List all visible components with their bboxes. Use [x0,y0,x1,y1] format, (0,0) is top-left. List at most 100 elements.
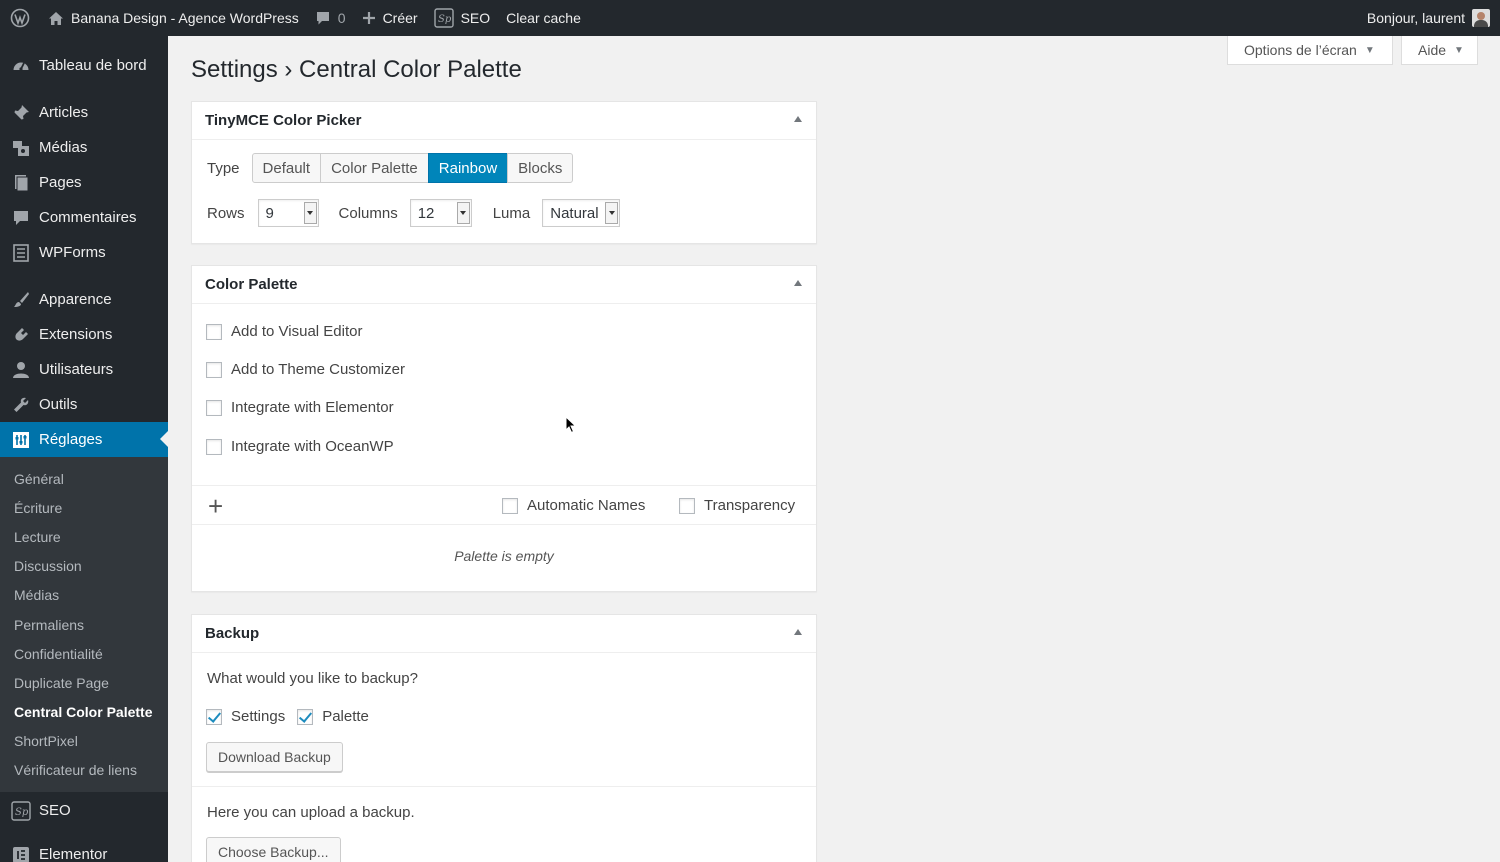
columns-value: 12 [417,204,435,222]
checkbox[interactable] [297,708,314,725]
submenu-item-shortpixel[interactable]: ShortPixel [0,727,168,756]
screen-options-label: Options de l’écran [1244,42,1357,58]
type-button-group: Default Color Palette Rainbow Blocks [251,153,574,183]
form-icon [11,243,31,263]
backup-settings-option[interactable]: Settings [206,708,285,725]
dropdown-arrow-icon [456,202,470,224]
option-oceanwp[interactable]: Integrate with OceanWP [206,438,394,455]
checkbox[interactable] [206,399,222,416]
dropdown-arrow-icon [303,202,317,224]
seo-icon: Sp [433,8,454,28]
checkbox-label: Automatic Names [527,497,646,514]
backup-panel: Backup What would you like to backup? Se… [191,614,817,862]
new-content-link[interactable]: Créer [354,0,426,36]
menu-item-users[interactable]: Utilisateurs [0,352,168,387]
menu-item-wpforms[interactable]: WPForms [0,235,168,270]
elementor-icon [11,845,31,862]
checkbox-label: Settings [231,708,286,725]
greeting: Bonjour, laurent [1366,10,1465,26]
submenu-item-duplicate-page[interactable]: Duplicate Page [0,668,168,697]
divider [192,485,816,486]
checkbox[interactable] [502,497,518,514]
menu-item-elementor[interactable]: Elementor [0,837,168,862]
wrench-icon [11,395,31,415]
submenu-item-general[interactable]: Général [0,464,168,493]
collapse-arrow-icon[interactable] [794,629,802,635]
download-backup-button[interactable]: Download Backup [206,742,343,772]
submenu-item-discussion[interactable]: Discussion [0,552,168,581]
media-icon [11,138,31,158]
submenu-item-reading[interactable]: Lecture [0,522,168,551]
menu-item-pages[interactable]: Pages [0,165,168,200]
backup-palette-option[interactable]: Palette [297,708,369,725]
site-name-link[interactable]: Banana Design - Agence WordPress [40,0,307,36]
seo-link[interactable]: Sp SEO [426,0,499,36]
type-rainbow-button[interactable]: Rainbow [427,153,509,183]
panel-header[interactable]: Backup [192,615,816,653]
type-label: Type [207,159,240,177]
screen-options-button[interactable]: Options de l’écran ▼ [1227,36,1393,65]
menu-item-tools[interactable]: Outils [0,387,168,422]
choose-backup-button[interactable]: Choose Backup... [206,837,341,862]
menu-item-articles[interactable]: Articles [0,95,168,130]
submenu-item-permalinks[interactable]: Permaliens [0,610,168,639]
upload-text: Here you can upload a backup. [207,804,415,821]
collapse-arrow-icon[interactable] [794,116,802,122]
seo-icon: Sp [11,800,31,821]
menu-item-seo[interactable]: Sp SEO [0,793,168,828]
clear-cache-link[interactable]: Clear cache [498,0,589,36]
transparency-option[interactable]: Transparency [679,497,795,514]
divider [192,786,816,787]
user-account-menu[interactable]: Bonjour, laurent [1359,0,1500,36]
menu-label: Commentaires [39,209,137,226]
panel-header[interactable]: Color Palette [192,266,816,304]
comments-link[interactable]: 0 [307,0,354,36]
add-color-icon[interactable]: + [208,493,223,519]
color-palette-panel: Color Palette Add to Visual Editor Add t… [191,265,817,592]
menu-item-media[interactable]: Médias [0,130,168,165]
wordpress-logo-icon[interactable] [0,0,40,36]
menu-item-appearance[interactable]: Apparence [0,282,168,317]
rows-value: 9 [265,204,274,222]
checkbox-label: Integrate with OceanWP [231,438,394,455]
panel-header[interactable]: TinyMCE Color Picker [192,102,816,140]
mouse-cursor-icon [565,415,577,437]
admin-sidebar: Tableau de bord Articles Médias Pages Co… [0,36,168,862]
menu-label: Apparence [39,291,112,308]
tinymce-color-picker-panel: TinyMCE Color Picker Type Default Color … [191,101,817,244]
site-name: Banana Design - Agence WordPress [71,10,299,26]
checkbox-label: Palette [322,708,369,725]
checkbox-label: Add to Theme Customizer [231,361,405,378]
help-button[interactable]: Aide ▼ [1401,36,1478,65]
admin-bar: Banana Design - Agence WordPress 0 Créer… [0,0,1500,36]
option-elementor[interactable]: Integrate with Elementor [206,399,394,416]
submenu-item-privacy[interactable]: Confidentialité [0,639,168,668]
checkbox[interactable] [206,361,222,378]
type-default-button[interactable]: Default [251,153,322,183]
rows-label: Rows [207,204,245,222]
collapse-arrow-icon[interactable] [794,280,802,286]
rows-select[interactable]: 9 [257,199,319,227]
columns-select[interactable]: 12 [409,199,472,227]
checkbox[interactable] [206,438,222,455]
type-blocks-button[interactable]: Blocks [507,153,574,183]
checkbox[interactable] [679,497,695,514]
option-visual-editor[interactable]: Add to Visual Editor [206,323,362,340]
submenu-item-writing[interactable]: Écriture [0,493,168,522]
checkbox[interactable] [206,708,222,725]
submenu-item-media[interactable]: Médias [0,581,168,610]
home-icon [48,11,64,26]
submenu-item-link-checker[interactable]: Vérificateur de liens [0,756,168,785]
automatic-names-option[interactable]: Automatic Names [502,497,645,514]
luma-select[interactable]: Natural [542,199,621,227]
menu-item-comments[interactable]: Commentaires [0,200,168,235]
option-theme-customizer[interactable]: Add to Theme Customizer [206,361,405,378]
submenu-item-central-color-palette[interactable]: Central Color Palette [0,698,168,727]
checkbox[interactable] [206,323,222,340]
menu-item-dashboard[interactable]: Tableau de bord [0,48,168,83]
type-color-palette-button[interactable]: Color Palette [320,153,429,183]
menu-item-settings[interactable]: Réglages [0,422,168,457]
menu-item-extensions[interactable]: Extensions [0,317,168,352]
menu-label: Extensions [39,326,113,343]
clear-cache-label: Clear cache [506,10,581,26]
